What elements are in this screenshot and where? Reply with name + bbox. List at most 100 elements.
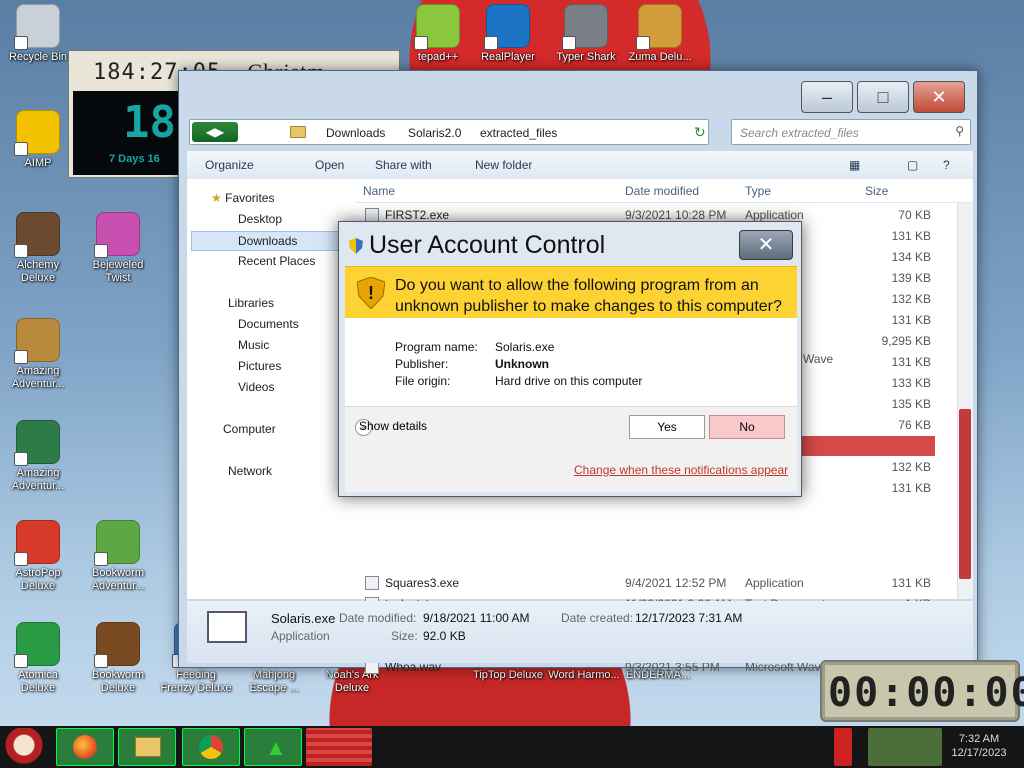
program-name-value: Solaris.exe (495, 340, 555, 354)
help-icon[interactable]: ? (943, 158, 950, 172)
organize-button[interactable]: Organize (205, 158, 254, 172)
yes-button[interactable]: Yes (629, 415, 705, 439)
desktop-icon[interactable]: Recycle Bin (0, 4, 76, 64)
breadcrumb-extracted[interactable]: extracted_files (480, 126, 557, 140)
file-row[interactable]: Squares3.exe 9/4/2021 12:52 PM Application… (355, 573, 955, 594)
clock-time: 7:32 AM (958, 733, 1000, 745)
file-size: 131 KB (891, 229, 931, 243)
details-type: Application (271, 629, 330, 643)
breadcrumb-solaris[interactable]: Solaris2.0 (408, 126, 461, 140)
address-bar[interactable]: ◀▶ Downloads Solaris2.0 extracted_files … (189, 119, 709, 145)
countdown-days: 7 Days 16 (109, 153, 160, 165)
desktop-icon[interactable]: tepad++ (400, 4, 476, 64)
scrollbar-thumb[interactable] (959, 409, 971, 579)
nav-documents-label: Documents (238, 317, 299, 331)
countdown-digits: 18 (123, 97, 176, 148)
desktop-icon[interactable]: Amazing Adventur... (0, 318, 76, 391)
share-with-button[interactable]: Share with (375, 158, 432, 172)
nav-videos[interactable]: Videos (223, 380, 274, 394)
col-type[interactable]: Type (745, 184, 771, 198)
desktop-icon[interactable]: Alchemy Deluxe (0, 212, 76, 285)
uac-dialog[interactable]: User Account Control ✕ ! Do you want to … (338, 221, 802, 497)
desktop-icon[interactable]: Bookworm Deluxe (80, 622, 156, 695)
nav-desktop[interactable]: Desktop (223, 212, 282, 226)
desktop-icon-label: tepad++ (417, 51, 459, 63)
refresh-icon[interactable]: ↻ (694, 124, 706, 141)
file-size: 131 KB (891, 313, 931, 327)
nav-videos-label: Videos (238, 380, 275, 394)
taskbar-chrome-icon[interactable] (182, 728, 240, 766)
uac-footer: ⌄ Show details Yes No Change when these … (345, 406, 797, 492)
nav-libraries[interactable]: Libraries (211, 296, 274, 310)
view-options-icon[interactable]: ▦ (849, 158, 860, 172)
file-size: 139 KB (891, 271, 931, 285)
file-type: Application (745, 208, 804, 222)
details-pane: Solaris.exe Application Date modified: 9… (187, 601, 973, 663)
publisher-value: Unknown (495, 357, 549, 371)
uac-close-button[interactable]: ✕ (739, 230, 793, 260)
tray-area[interactable] (868, 728, 942, 766)
desktop-icon[interactable]: Bookworm Adventur... (80, 520, 156, 593)
back-forward-icon[interactable]: ◀▶ (192, 122, 238, 142)
taskbar-explorer-icon[interactable] (118, 728, 176, 766)
shortcut-icon (14, 520, 60, 566)
desktop-icon[interactable]: Amazing Adventur... (0, 420, 76, 493)
preview-pane-icon[interactable]: ▢ (907, 158, 918, 172)
search-input[interactable]: Search extracted_files ⚲ (731, 119, 971, 145)
file-size: 132 KB (891, 460, 931, 474)
window-close-button[interactable]: ✕ (913, 81, 965, 113)
start-button[interactable] (4, 728, 44, 766)
nav-downloads[interactable]: Downloads (191, 231, 351, 251)
desktop-icon-label: AIMP (24, 157, 52, 169)
open-button[interactable]: Open (315, 158, 344, 172)
show-hidden-icons[interactable] (834, 728, 852, 766)
publisher-label: Publisher: (395, 357, 449, 371)
file-name: FIRST2.exe (385, 208, 450, 222)
change-notifications-link[interactable]: Change when these notifications appear (574, 463, 788, 477)
minimize-button[interactable]: – (801, 81, 853, 113)
nav-pictures[interactable]: Pictures (223, 359, 281, 373)
star-icon: ★ (211, 191, 222, 205)
file-size: 131 KB (891, 576, 931, 590)
shortcut-icon (14, 622, 60, 668)
col-name[interactable]: Name (363, 184, 395, 198)
nav-favorites[interactable]: ★ Favorites (211, 191, 274, 205)
system-clock[interactable]: 7:32 AM 12/17/2023 (944, 732, 1014, 760)
desktop-icon[interactable]: AIMP (0, 110, 76, 170)
breadcrumb-downloads[interactable]: Downloads (326, 126, 385, 140)
date-created-value: 12/17/2023 7:31 AM (635, 611, 743, 625)
maximize-button[interactable]: □ (857, 81, 909, 113)
new-folder-button[interactable]: New folder (475, 158, 532, 172)
nav-computer[interactable]: Computer (223, 422, 276, 436)
nav-recent-places[interactable]: Recent Places (223, 254, 315, 268)
desktop-icon[interactable]: Zuma Delu... (622, 4, 698, 64)
desktop-icon-label: Bejeweled Twist (92, 259, 144, 284)
shortcut-icon (414, 4, 460, 50)
col-size[interactable]: Size (865, 184, 888, 198)
desktop-icon[interactable]: Atomica Deluxe (0, 622, 76, 695)
nav-documents[interactable]: Documents (223, 317, 299, 331)
timer-display: 00:00:00 (828, 670, 1024, 716)
desktop-icon[interactable]: Bejeweled Twist (80, 212, 156, 285)
file-origin-value: Hard drive on this computer (495, 374, 643, 388)
file-date: 9/3/2021 10:28 PM (625, 208, 727, 222)
desktop-icon-label: Bookworm Adventur... (91, 567, 145, 592)
col-date[interactable]: Date modified (625, 184, 699, 198)
nav-network[interactable]: Network (211, 464, 272, 478)
nav-music[interactable]: Music (223, 338, 269, 352)
date-modified-label: Date modified: (339, 611, 417, 625)
desktop-icon[interactable]: AstroPop Deluxe (0, 520, 76, 593)
timer-widget[interactable]: 00:00:00 (820, 660, 1024, 722)
details-file-icon (207, 611, 247, 643)
taskbar-firefox-icon[interactable] (56, 728, 114, 766)
taskbar-tree-icon[interactable]: ▲ (244, 728, 302, 766)
file-size: 134 KB (891, 250, 931, 264)
desktop-icon-label: Amazing Adventur... (11, 467, 65, 492)
taskbar: ▲ (0, 726, 1024, 768)
desktop-icon[interactable]: RealPlayer (470, 4, 546, 64)
command-bar: Organize Open Share with New folder ▦ ▢ … (187, 151, 973, 179)
file-size: 76 KB (898, 418, 931, 432)
desktop-icon[interactable]: Typer Shark (548, 4, 624, 64)
no-button[interactable]: No (709, 415, 785, 439)
shortcut-icon (636, 4, 682, 50)
